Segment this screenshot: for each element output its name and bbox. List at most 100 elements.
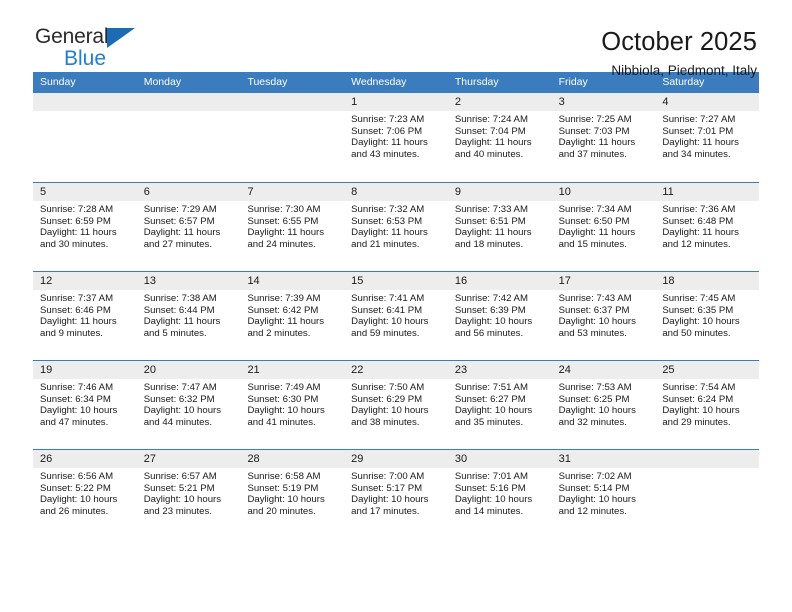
sunset-text: Sunset: 6:27 PM — [454, 393, 526, 405]
sunrise-text: Sunrise: 7:29 AM — [143, 204, 217, 215]
day-info: Sunrise: 7:53 AM Sunset: 6:25 PM Dayligh… — [552, 379, 656, 428]
day-info: Sunrise: 7:39 AM Sunset: 6:42 PM Dayligh… — [240, 290, 344, 339]
sunset-text: Sunset: 7:01 PM — [662, 125, 734, 137]
daylight-text-line2: and 14 minutes. — [454, 505, 524, 517]
sunset-text: Sunset: 6:24 PM — [662, 393, 734, 405]
day-number: 23 — [447, 361, 552, 379]
day-cell: 12 Sunrise: 7:37 AM Sunset: 6:46 PM Dayl… — [33, 272, 137, 360]
daylight-text-line1: Daylight: 11 hours — [143, 227, 221, 239]
day-number: 17 — [551, 272, 656, 290]
day-number: 5 — [33, 183, 137, 201]
sunrise-text: Sunrise: 7:30 AM — [247, 204, 321, 215]
daylight-text-line2: and 34 minutes. — [662, 148, 731, 160]
day-cell — [240, 93, 345, 182]
sunset-text: Sunset: 5:17 PM — [351, 482, 423, 494]
day-info: Sunrise: 7:25 AM Sunset: 7:03 PM Dayligh… — [552, 111, 656, 160]
sunrise-text: Sunrise: 7:47 AM — [143, 382, 217, 393]
day-cell: 8 Sunrise: 7:32 AM Sunset: 6:53 PM Dayli… — [344, 183, 448, 271]
sunset-text: Sunset: 6:50 PM — [558, 215, 630, 227]
sunrise-text: Sunrise: 7:25 AM — [558, 114, 632, 125]
sunset-text: Sunset: 7:04 PM — [454, 125, 526, 137]
sunrise-text: Sunrise: 6:57 AM — [143, 471, 217, 482]
daylight-text-line1: Daylight: 10 hours — [454, 405, 533, 417]
sunrise-text: Sunrise: 7:49 AM — [247, 382, 321, 393]
sunset-text: Sunset: 6:53 PM — [351, 215, 423, 227]
day-number: 6 — [136, 183, 241, 201]
day-number: 16 — [447, 272, 552, 290]
day-cell: 6 Sunrise: 7:29 AM Sunset: 6:57 PM Dayli… — [136, 183, 241, 271]
sunrise-text: Sunrise: 7:54 AM — [662, 382, 736, 393]
day-cell: 24 Sunrise: 7:53 AM Sunset: 6:25 PM Dayl… — [551, 361, 656, 449]
day-cell: 20 Sunrise: 7:47 AM Sunset: 6:32 PM Dayl… — [136, 361, 241, 449]
day-number: 30 — [447, 450, 552, 468]
day-cell: 5 Sunrise: 7:28 AM Sunset: 6:59 PM Dayli… — [33, 183, 137, 271]
sunset-text: Sunset: 6:32 PM — [143, 393, 215, 405]
day-info: Sunrise: 7:36 AM Sunset: 6:48 PM Dayligh… — [655, 201, 759, 250]
daylight-text-line1: Daylight: 10 hours — [558, 494, 636, 506]
sunset-text: Sunset: 6:44 PM — [143, 304, 215, 316]
day-number — [240, 93, 345, 111]
sunset-text: Sunset: 6:51 PM — [454, 215, 526, 227]
daylight-text-line1: Daylight: 11 hours — [558, 137, 636, 149]
day-number: 29 — [344, 450, 448, 468]
day-cell: 3 Sunrise: 7:25 AM Sunset: 7:03 PM Dayli… — [551, 93, 656, 182]
day-cell: 23 Sunrise: 7:51 AM Sunset: 6:27 PM Dayl… — [447, 361, 552, 449]
day-info: Sunrise: 7:37 AM Sunset: 6:46 PM Dayligh… — [33, 290, 137, 339]
sunset-text: Sunset: 5:22 PM — [40, 482, 111, 494]
daylight-text-line1: Daylight: 11 hours — [247, 316, 325, 328]
daylight-text-line1: Daylight: 10 hours — [351, 494, 429, 506]
day-cell: 28 Sunrise: 6:58 AM Sunset: 5:19 PM Dayl… — [240, 450, 345, 538]
sunrise-text: Sunrise: 7:28 AM — [40, 204, 114, 215]
day-info: Sunrise: 7:34 AM Sunset: 6:50 PM Dayligh… — [552, 201, 656, 250]
daylight-text-line1: Daylight: 10 hours — [662, 405, 740, 417]
day-number: 9 — [447, 183, 552, 201]
daylight-text-line1: Daylight: 10 hours — [558, 316, 636, 328]
day-cell: 11 Sunrise: 7:36 AM Sunset: 6:48 PM Dayl… — [655, 183, 760, 271]
day-info: Sunrise: 7:43 AM Sunset: 6:37 PM Dayligh… — [552, 290, 656, 339]
sunrise-text: Sunrise: 6:56 AM — [40, 471, 114, 482]
daylight-text-line1: Daylight: 10 hours — [40, 405, 118, 417]
day-info: Sunrise: 7:41 AM Sunset: 6:41 PM Dayligh… — [344, 290, 448, 339]
day-info: Sunrise: 7:54 AM Sunset: 6:24 PM Dayligh… — [655, 379, 759, 428]
day-number: 19 — [33, 361, 137, 379]
day-cell: 31 Sunrise: 7:02 AM Sunset: 5:14 PM Dayl… — [551, 450, 656, 538]
daylight-text-line1: Daylight: 11 hours — [662, 227, 739, 239]
daylight-text-line2: and 30 minutes. — [40, 238, 109, 250]
daylight-text-line2: and 20 minutes. — [247, 505, 316, 517]
day-number: 28 — [240, 450, 345, 468]
page-title: October 2025 — [601, 28, 757, 56]
daylight-text-line1: Daylight: 11 hours — [558, 227, 636, 239]
sunrise-text: Sunrise: 7:43 AM — [558, 293, 632, 304]
weekday-header-saturday: Saturday — [662, 76, 705, 88]
day-number: 31 — [551, 450, 656, 468]
sunrise-text: Sunrise: 7:39 AM — [247, 293, 321, 304]
daylight-text-line2: and 18 minutes. — [454, 238, 524, 250]
daylight-text-line2: and 50 minutes. — [662, 327, 731, 339]
day-cell — [655, 450, 760, 538]
day-cell: 26 Sunrise: 6:56 AM Sunset: 5:22 PM Dayl… — [33, 450, 137, 538]
daylight-text-line1: Daylight: 11 hours — [143, 316, 221, 328]
daylight-text-line1: Daylight: 11 hours — [351, 227, 428, 239]
daylight-text-line1: Daylight: 10 hours — [143, 494, 222, 506]
daylight-text-line1: Daylight: 10 hours — [558, 405, 636, 417]
sunrise-text: Sunrise: 7:23 AM — [351, 114, 425, 125]
sunset-text: Sunset: 6:29 PM — [351, 393, 423, 405]
day-cell: 4 Sunrise: 7:27 AM Sunset: 7:01 PM Dayli… — [655, 93, 760, 182]
day-info: Sunrise: 7:32 AM Sunset: 6:53 PM Dayligh… — [344, 201, 448, 250]
daylight-text-line1: Daylight: 11 hours — [454, 227, 532, 239]
sunrise-text: Sunrise: 7:50 AM — [351, 382, 425, 393]
day-info: Sunrise: 7:50 AM Sunset: 6:29 PM Dayligh… — [344, 379, 448, 428]
day-info: Sunrise: 7:02 AM Sunset: 5:14 PM Dayligh… — [552, 468, 656, 517]
day-number: 3 — [551, 93, 656, 111]
day-info: Sunrise: 7:30 AM Sunset: 6:55 PM Dayligh… — [240, 201, 344, 250]
daylight-text-line2: and 2 minutes. — [247, 327, 311, 339]
weekday-header-friday: Friday — [558, 76, 588, 88]
day-number: 22 — [344, 361, 448, 379]
day-info: Sunrise: 6:58 AM Sunset: 5:19 PM Dayligh… — [240, 468, 344, 517]
day-info: Sunrise: 7:01 AM Sunset: 5:16 PM Dayligh… — [448, 468, 552, 517]
sunset-text: Sunset: 6:37 PM — [558, 304, 630, 316]
sunrise-text: Sunrise: 7:45 AM — [662, 293, 736, 304]
week-row: 26 Sunrise: 6:56 AM Sunset: 5:22 PM Dayl… — [33, 449, 760, 538]
day-info: Sunrise: 7:45 AM Sunset: 6:35 PM Dayligh… — [655, 290, 759, 339]
sunset-text: Sunset: 6:25 PM — [558, 393, 630, 405]
